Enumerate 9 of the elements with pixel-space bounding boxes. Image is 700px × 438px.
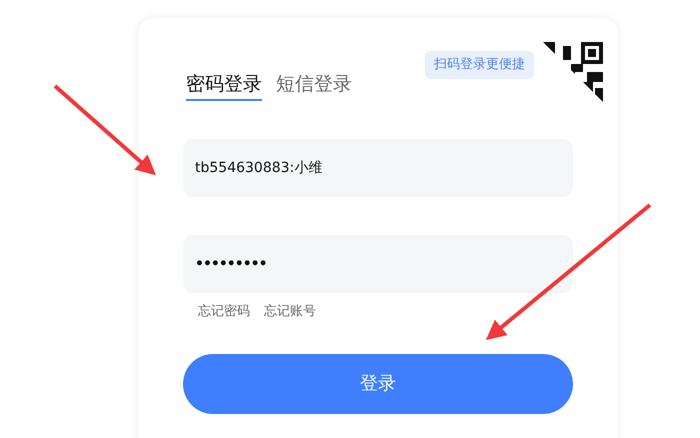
login-button[interactable]: 登录 xyxy=(183,354,573,414)
forgot-link[interactable]: 忘记密码 xyxy=(198,302,250,322)
login-tab[interactable]: 短信登录 xyxy=(276,72,352,101)
forgot-link[interactable]: 忘记账号 xyxy=(264,302,316,322)
qr-hint-tooltip: 扫码登录更便捷 xyxy=(425,51,534,78)
login-tab[interactable]: 密码登录 xyxy=(186,72,262,101)
username-field[interactable]: tb554630883:小维 xyxy=(183,139,573,197)
password-field[interactable]: ••••••••• xyxy=(183,235,573,293)
qr-code-icon[interactable] xyxy=(543,42,603,102)
